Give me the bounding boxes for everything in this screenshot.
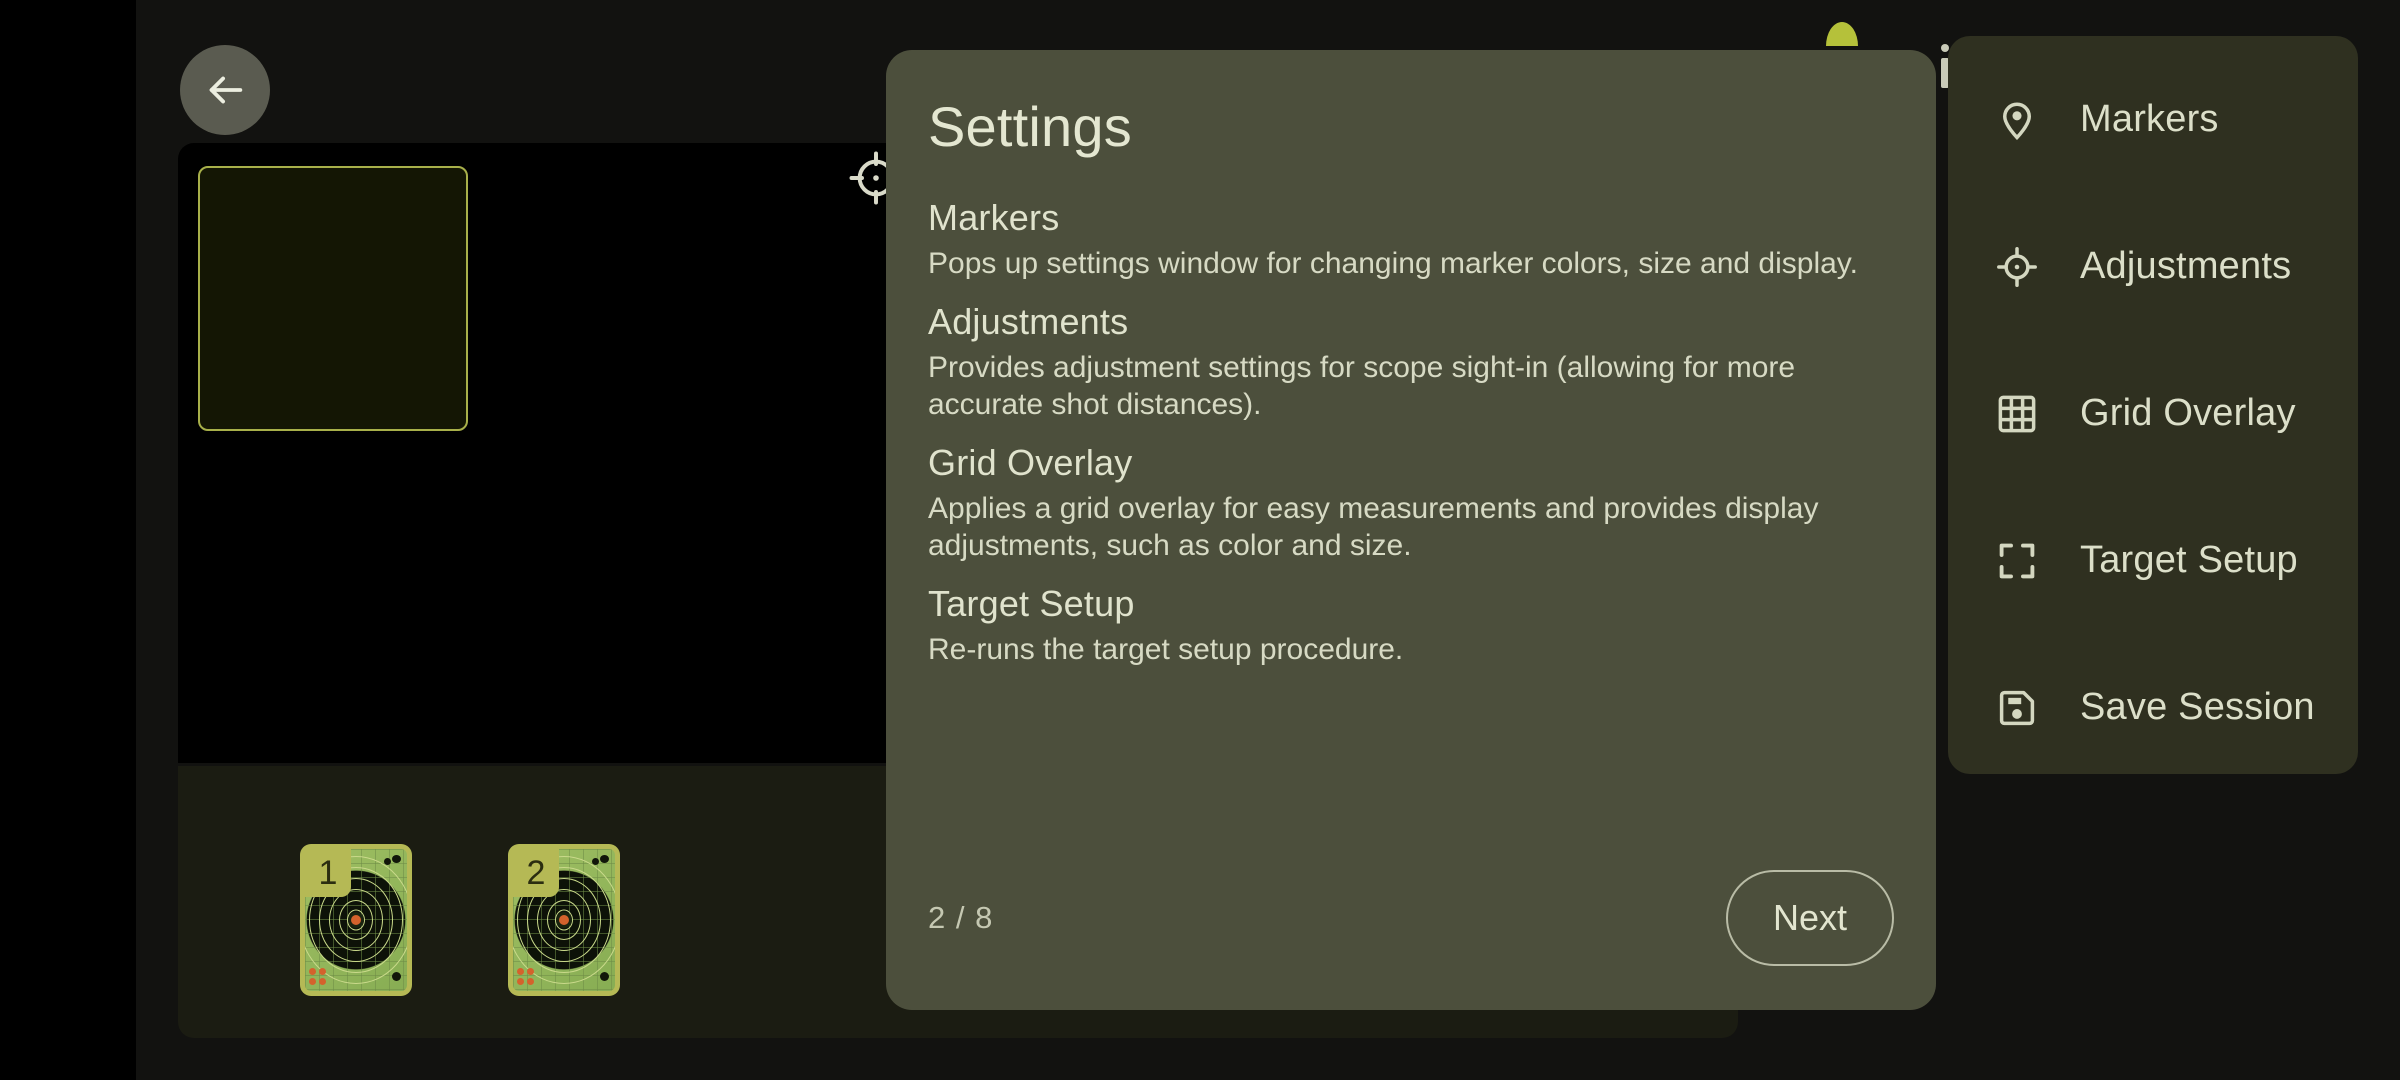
splatter-dot xyxy=(392,855,401,863)
page-indicator: 2 / 8 xyxy=(928,900,994,935)
splatter-dot xyxy=(319,968,326,975)
sidebar-item-save-session[interactable]: Save Session xyxy=(1948,634,2358,781)
sidebar-item-markers[interactable]: Markers xyxy=(1948,46,2358,193)
sidebar-item-label: Target Setup xyxy=(2080,539,2298,581)
target-bullseye xyxy=(559,915,569,925)
frame-corners-icon xyxy=(1994,538,2040,584)
splatter-dot xyxy=(392,972,401,981)
target-thumbnail-2[interactable]: 2 xyxy=(508,844,620,996)
splatter-dot xyxy=(517,978,524,985)
splatter-dot xyxy=(319,978,326,985)
section-body: Provides adjustment settings for scope s… xyxy=(928,350,1796,422)
target-bullseye xyxy=(351,915,361,925)
dialog-title: Settings xyxy=(928,95,1132,158)
map-pin-icon xyxy=(1994,97,2040,143)
letterbox-left xyxy=(0,0,136,1080)
sidebar-item-target-setup[interactable]: Target Setup xyxy=(1948,487,2358,634)
next-button[interactable]: Next xyxy=(1726,870,1894,966)
settings-section-target-setup: Target Setup Re-runs the target setup pr… xyxy=(928,583,1894,669)
grid-icon xyxy=(1994,391,2040,437)
target-thumbnail-1[interactable]: 1 xyxy=(300,844,412,996)
splatter-dot xyxy=(309,978,316,985)
sidebar-item-grid-overlay[interactable]: Grid Overlay xyxy=(1948,340,2358,487)
settings-dialog: Settings Markers Pops up settings window… xyxy=(886,50,1936,1010)
splatter-dot xyxy=(384,858,391,865)
sidebar-item-label: Markers xyxy=(2080,98,2219,140)
back-button[interactable] xyxy=(180,45,270,135)
crosshair-icon xyxy=(1994,244,2040,290)
splatter-dot xyxy=(592,858,599,865)
dialog-footer: 2 / 8 Next xyxy=(928,870,1894,966)
section-body: Pops up settings window for changing mar… xyxy=(928,247,1858,280)
settings-section-markers: Markers Pops up settings window for chan… xyxy=(928,197,1894,283)
sidebar-item-label: Grid Overlay xyxy=(2080,392,2296,434)
section-heading: Target Setup xyxy=(928,582,1135,624)
sidebar-item-label: Save Session xyxy=(2080,686,2315,728)
floppy-disk-save-icon xyxy=(1994,685,2040,731)
thumbnail-number: 2 xyxy=(513,849,559,897)
splatter-dot xyxy=(309,968,316,975)
section-heading: Markers xyxy=(928,197,1060,238)
section-heading: Grid Overlay xyxy=(928,441,1133,483)
settings-section-grid-overlay: Grid Overlay Applies a grid overlay for … xyxy=(928,442,1894,565)
side-menu: Markers Adjustments Grid Overlay Target … xyxy=(1948,36,2358,774)
arrow-left-icon xyxy=(202,67,248,113)
sidebar-item-label: Adjustments xyxy=(2080,245,2292,287)
selection-rectangle[interactable] xyxy=(198,166,468,431)
splatter-dot xyxy=(517,968,524,975)
sidebar-item-adjustments[interactable]: Adjustments xyxy=(1948,193,2358,340)
section-body: Applies a grid overlay for easy measurem… xyxy=(928,491,1819,563)
settings-section-adjustments: Adjustments Provides adjustment settings… xyxy=(928,301,1894,424)
splatter-dot xyxy=(527,978,534,985)
splatter-dot xyxy=(600,972,609,981)
splatter-dot xyxy=(527,968,534,975)
splatter-dot xyxy=(600,855,609,863)
section-body: Re-runs the target setup procedure. xyxy=(928,632,1404,666)
thumbnail-number: 1 xyxy=(305,849,351,897)
section-heading: Adjustments xyxy=(928,300,1129,342)
screen-root: 1 2 g xyxy=(0,0,2400,1080)
